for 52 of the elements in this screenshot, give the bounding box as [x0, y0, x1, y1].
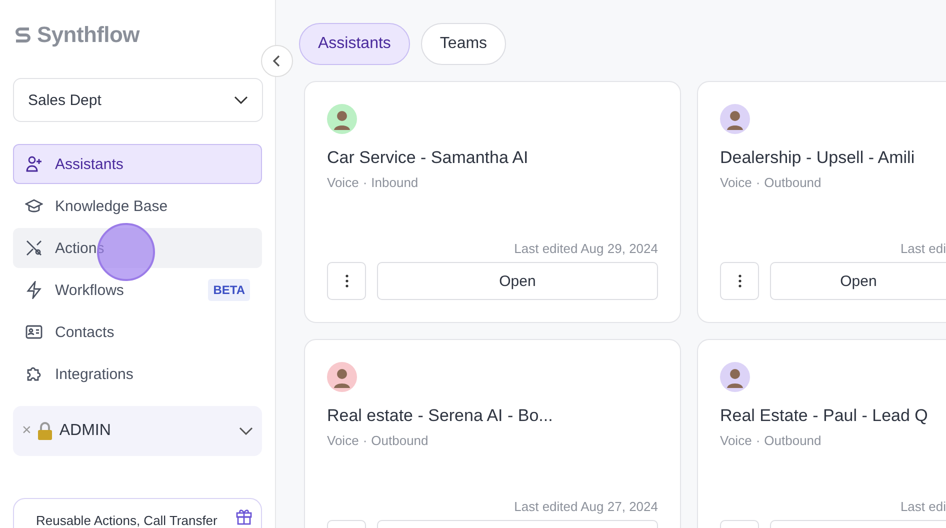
promo-text: Reusable Actions, Call Transfer: [36, 513, 218, 528]
card-title: Dealership - Upsell - Amili: [720, 148, 916, 168]
nav-item[interactable]: Contacts: [13, 312, 262, 352]
promo-card[interactable]: Reusable Actions, Call Transfer: [13, 498, 262, 528]
collapse-button[interactable]: [261, 45, 293, 77]
last-edited: Last edi: [899, 241, 946, 256]
more-button[interactable]: [720, 262, 759, 300]
workspace-dropdown[interactable]: Sales Dept: [13, 78, 263, 122]
puzzle-icon: [25, 365, 43, 383]
card-title: Real estate - Serena AI - Bo...: [327, 406, 554, 426]
more-icon: [344, 274, 348, 288]
channel-label: Voice: [327, 175, 359, 190]
more-icon: [738, 274, 742, 288]
nav-item[interactable]: Workflows BETA: [13, 270, 262, 310]
direction-label: Inbound: [371, 175, 418, 190]
last-edited: Last edi: [899, 499, 946, 514]
open-button[interactable]: Open: [770, 262, 946, 300]
card-title: Car Service - Samantha AI: [327, 148, 530, 168]
chevron-down-icon: [239, 427, 253, 435]
admin-dropdown[interactable]: × ADMIN: [13, 406, 262, 456]
open-button[interactable]: Open: [377, 262, 658, 300]
card-title: Real Estate - Paul - Lead Q: [720, 406, 929, 426]
tab[interactable]: Teams: [420, 23, 506, 65]
contact-card-icon: [25, 323, 43, 341]
channel-label: Voice: [327, 433, 359, 448]
lightning-icon: [25, 281, 43, 299]
person-plus-icon: [25, 155, 43, 173]
graduation-cap-icon: [25, 197, 43, 215]
logo-icon: [13, 25, 33, 45]
direction-label: Outbound: [371, 433, 428, 448]
nav-item[interactable]: Knowledge Base: [13, 186, 262, 226]
logo-text: Synthflow: [37, 22, 140, 48]
lock-icon: [37, 422, 54, 440]
nav-item[interactable]: Assistants: [13, 144, 262, 184]
tab[interactable]: Assistants: [299, 23, 410, 65]
separator-dot: ·: [756, 433, 760, 448]
beta-badge: BETA: [208, 279, 250, 301]
nav-item[interactable]: Integrations: [13, 354, 262, 394]
separator-dot: ·: [756, 175, 760, 190]
last-edited: Last edited Aug 27, 2024: [513, 499, 658, 514]
direction-label: Outbound: [764, 433, 822, 448]
admin-label: ADMIN: [59, 422, 111, 440]
gift-icon: [235, 507, 253, 525]
chevron-down-icon: [234, 96, 248, 104]
chevron-left-icon: [272, 54, 282, 68]
last-edited: Last edited Aug 29, 2024: [513, 241, 658, 256]
separator-dot: ·: [362, 175, 368, 190]
channel-label: Voice: [720, 433, 752, 448]
channel-label: Voice: [720, 175, 752, 190]
more-button[interactable]: [327, 262, 366, 300]
separator-dot: ·: [362, 433, 368, 448]
direction-label: Outbound: [764, 175, 822, 190]
